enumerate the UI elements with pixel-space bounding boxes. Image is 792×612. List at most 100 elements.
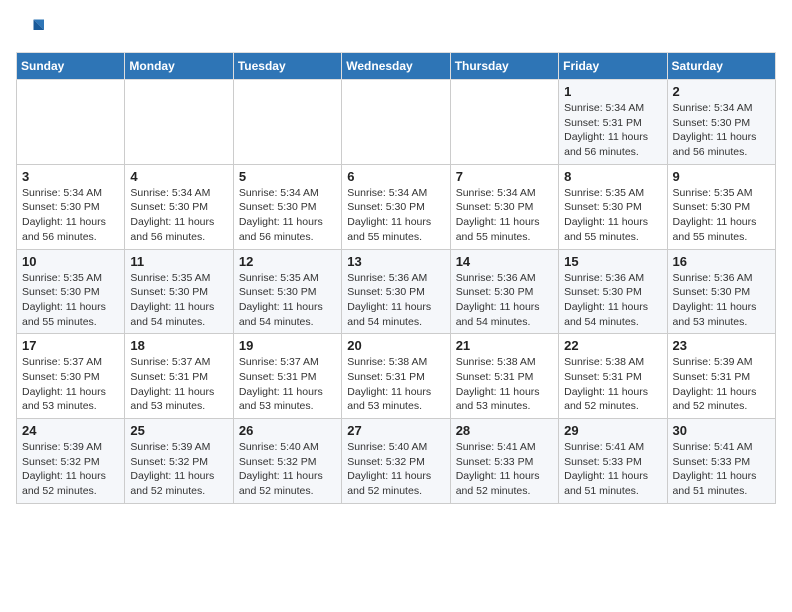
day-header-tuesday: Tuesday xyxy=(233,53,341,80)
calendar-cell: 22 Sunrise: 5:38 AM Sunset: 5:31 PM Dayli… xyxy=(559,334,667,419)
day-info: Sunrise: 5:37 AM Sunset: 5:30 PM Dayligh… xyxy=(22,355,119,414)
calendar-cell: 11 Sunrise: 5:35 AM Sunset: 5:30 PM Dayli… xyxy=(125,249,233,334)
day-number: 16 xyxy=(673,254,770,269)
calendar-cell: 3 Sunrise: 5:34 AM Sunset: 5:30 PM Daylig… xyxy=(17,164,125,249)
calendar-cell: 6 Sunrise: 5:34 AM Sunset: 5:30 PM Daylig… xyxy=(342,164,450,249)
calendar-cell: 18 Sunrise: 5:37 AM Sunset: 5:31 PM Dayli… xyxy=(125,334,233,419)
day-info: Sunrise: 5:36 AM Sunset: 5:30 PM Dayligh… xyxy=(347,271,444,330)
day-header-row: SundayMondayTuesdayWednesdayThursdayFrid… xyxy=(17,53,776,80)
day-header-sunday: Sunday xyxy=(17,53,125,80)
day-number: 13 xyxy=(347,254,444,269)
day-number: 3 xyxy=(22,169,119,184)
calendar-week-1: 1Sunrise: 5:34 AM Sunset: 5:31 PM Daylig… xyxy=(17,80,776,165)
calendar-cell xyxy=(450,80,558,165)
day-number: 12 xyxy=(239,254,336,269)
calendar-week-5: 24Sunrise: 5:39 AM Sunset: 5:32 PM Dayli… xyxy=(17,419,776,504)
calendar-week-4: 17 Sunrise: 5:37 AM Sunset: 5:30 PM Dayli… xyxy=(17,334,776,419)
day-info: Sunrise: 5:34 AM Sunset: 5:30 PM Dayligh… xyxy=(22,186,119,245)
day-header-monday: Monday xyxy=(125,53,233,80)
day-number: 5 xyxy=(239,169,336,184)
calendar-cell: 27 Sunrise: 5:40 AM Sunset: 5:32 PM Dayli… xyxy=(342,419,450,504)
calendar-cell: 17 Sunrise: 5:37 AM Sunset: 5:30 PM Dayli… xyxy=(17,334,125,419)
calendar-cell: 4 Sunrise: 5:34 AM Sunset: 5:30 PM Daylig… xyxy=(125,164,233,249)
day-info: Sunrise: 5:38 AM Sunset: 5:31 PM Dayligh… xyxy=(456,355,553,414)
day-number: 27 xyxy=(347,423,444,438)
calendar-cell: 2 Sunrise: 5:34 AM Sunset: 5:30 PM Daylig… xyxy=(667,80,775,165)
day-number: 6 xyxy=(347,169,444,184)
day-number: 19 xyxy=(239,338,336,353)
calendar-week-2: 3 Sunrise: 5:34 AM Sunset: 5:30 PM Daylig… xyxy=(17,164,776,249)
day-header-friday: Friday xyxy=(559,53,667,80)
calendar-cell: 8 Sunrise: 5:35 AM Sunset: 5:30 PM Daylig… xyxy=(559,164,667,249)
calendar-cell: 26 Sunrise: 5:40 AM Sunset: 5:32 PM Dayli… xyxy=(233,419,341,504)
calendar-cell: 21 Sunrise: 5:38 AM Sunset: 5:31 PM Dayli… xyxy=(450,334,558,419)
day-header-saturday: Saturday xyxy=(667,53,775,80)
logo-icon xyxy=(16,16,44,44)
calendar-cell: 20 Sunrise: 5:38 AM Sunset: 5:31 PM Dayli… xyxy=(342,334,450,419)
day-number: 15 xyxy=(564,254,661,269)
calendar-cell: 30Sunrise: 5:41 AM Sunset: 5:33 PM Dayli… xyxy=(667,419,775,504)
day-number: 25 xyxy=(130,423,227,438)
day-info: Sunrise: 5:38 AM Sunset: 5:31 PM Dayligh… xyxy=(564,355,661,414)
day-info: Sunrise: 5:36 AM Sunset: 5:30 PM Dayligh… xyxy=(673,271,770,330)
day-info: Sunrise: 5:36 AM Sunset: 5:30 PM Dayligh… xyxy=(564,271,661,330)
logo xyxy=(16,16,48,44)
calendar-header: SundayMondayTuesdayWednesdayThursdayFrid… xyxy=(17,53,776,80)
calendar-cell: 12 Sunrise: 5:35 AM Sunset: 5:30 PM Dayli… xyxy=(233,249,341,334)
day-info: Sunrise: 5:39 AM Sunset: 5:31 PM Dayligh… xyxy=(673,355,770,414)
calendar-cell: 25Sunrise: 5:39 AM Sunset: 5:32 PM Dayli… xyxy=(125,419,233,504)
calendar-cell xyxy=(125,80,233,165)
day-number: 14 xyxy=(456,254,553,269)
calendar-cell: 15 Sunrise: 5:36 AM Sunset: 5:30 PM Dayli… xyxy=(559,249,667,334)
page-header xyxy=(16,16,776,44)
calendar-cell: 10Sunrise: 5:35 AM Sunset: 5:30 PM Dayli… xyxy=(17,249,125,334)
day-info: Sunrise: 5:35 AM Sunset: 5:30 PM Dayligh… xyxy=(130,271,227,330)
calendar-body: 1Sunrise: 5:34 AM Sunset: 5:31 PM Daylig… xyxy=(17,80,776,504)
calendar-cell: 16 Sunrise: 5:36 AM Sunset: 5:30 PM Dayli… xyxy=(667,249,775,334)
day-info: Sunrise: 5:34 AM Sunset: 5:30 PM Dayligh… xyxy=(130,186,227,245)
calendar-cell: 14 Sunrise: 5:36 AM Sunset: 5:30 PM Dayli… xyxy=(450,249,558,334)
day-number: 7 xyxy=(456,169,553,184)
day-info: Sunrise: 5:34 AM Sunset: 5:30 PM Dayligh… xyxy=(456,186,553,245)
day-number: 21 xyxy=(456,338,553,353)
day-info: Sunrise: 5:34 AM Sunset: 5:30 PM Dayligh… xyxy=(673,101,770,160)
day-info: Sunrise: 5:35 AM Sunset: 5:30 PM Dayligh… xyxy=(22,271,119,330)
day-number: 11 xyxy=(130,254,227,269)
calendar-cell xyxy=(342,80,450,165)
day-number: 2 xyxy=(673,84,770,99)
day-info: Sunrise: 5:38 AM Sunset: 5:31 PM Dayligh… xyxy=(347,355,444,414)
day-number: 22 xyxy=(564,338,661,353)
day-number: 8 xyxy=(564,169,661,184)
calendar-cell: 13 Sunrise: 5:36 AM Sunset: 5:30 PM Dayli… xyxy=(342,249,450,334)
day-info: Sunrise: 5:34 AM Sunset: 5:30 PM Dayligh… xyxy=(347,186,444,245)
calendar-cell: 7 Sunrise: 5:34 AM Sunset: 5:30 PM Daylig… xyxy=(450,164,558,249)
day-number: 18 xyxy=(130,338,227,353)
calendar-cell: 5 Sunrise: 5:34 AM Sunset: 5:30 PM Daylig… xyxy=(233,164,341,249)
day-header-wednesday: Wednesday xyxy=(342,53,450,80)
day-info: Sunrise: 5:35 AM Sunset: 5:30 PM Dayligh… xyxy=(673,186,770,245)
day-number: 20 xyxy=(347,338,444,353)
calendar-table: SundayMondayTuesdayWednesdayThursdayFrid… xyxy=(16,52,776,504)
day-info: Sunrise: 5:41 AM Sunset: 5:33 PM Dayligh… xyxy=(564,440,661,499)
calendar-cell: 1Sunrise: 5:34 AM Sunset: 5:31 PM Daylig… xyxy=(559,80,667,165)
calendar-cell: 24Sunrise: 5:39 AM Sunset: 5:32 PM Dayli… xyxy=(17,419,125,504)
day-number: 23 xyxy=(673,338,770,353)
day-number: 30 xyxy=(673,423,770,438)
day-number: 1 xyxy=(564,84,661,99)
day-info: Sunrise: 5:40 AM Sunset: 5:32 PM Dayligh… xyxy=(239,440,336,499)
day-number: 17 xyxy=(22,338,119,353)
day-info: Sunrise: 5:36 AM Sunset: 5:30 PM Dayligh… xyxy=(456,271,553,330)
calendar-cell: 29 Sunrise: 5:41 AM Sunset: 5:33 PM Dayli… xyxy=(559,419,667,504)
day-info: Sunrise: 5:40 AM Sunset: 5:32 PM Dayligh… xyxy=(347,440,444,499)
day-number: 26 xyxy=(239,423,336,438)
day-info: Sunrise: 5:35 AM Sunset: 5:30 PM Dayligh… xyxy=(564,186,661,245)
day-header-thursday: Thursday xyxy=(450,53,558,80)
day-number: 29 xyxy=(564,423,661,438)
day-info: Sunrise: 5:34 AM Sunset: 5:30 PM Dayligh… xyxy=(239,186,336,245)
calendar-week-3: 10Sunrise: 5:35 AM Sunset: 5:30 PM Dayli… xyxy=(17,249,776,334)
day-info: Sunrise: 5:37 AM Sunset: 5:31 PM Dayligh… xyxy=(130,355,227,414)
day-info: Sunrise: 5:35 AM Sunset: 5:30 PM Dayligh… xyxy=(239,271,336,330)
day-number: 4 xyxy=(130,169,227,184)
calendar-cell: 23 Sunrise: 5:39 AM Sunset: 5:31 PM Dayli… xyxy=(667,334,775,419)
calendar-cell: 28Sunrise: 5:41 AM Sunset: 5:33 PM Dayli… xyxy=(450,419,558,504)
